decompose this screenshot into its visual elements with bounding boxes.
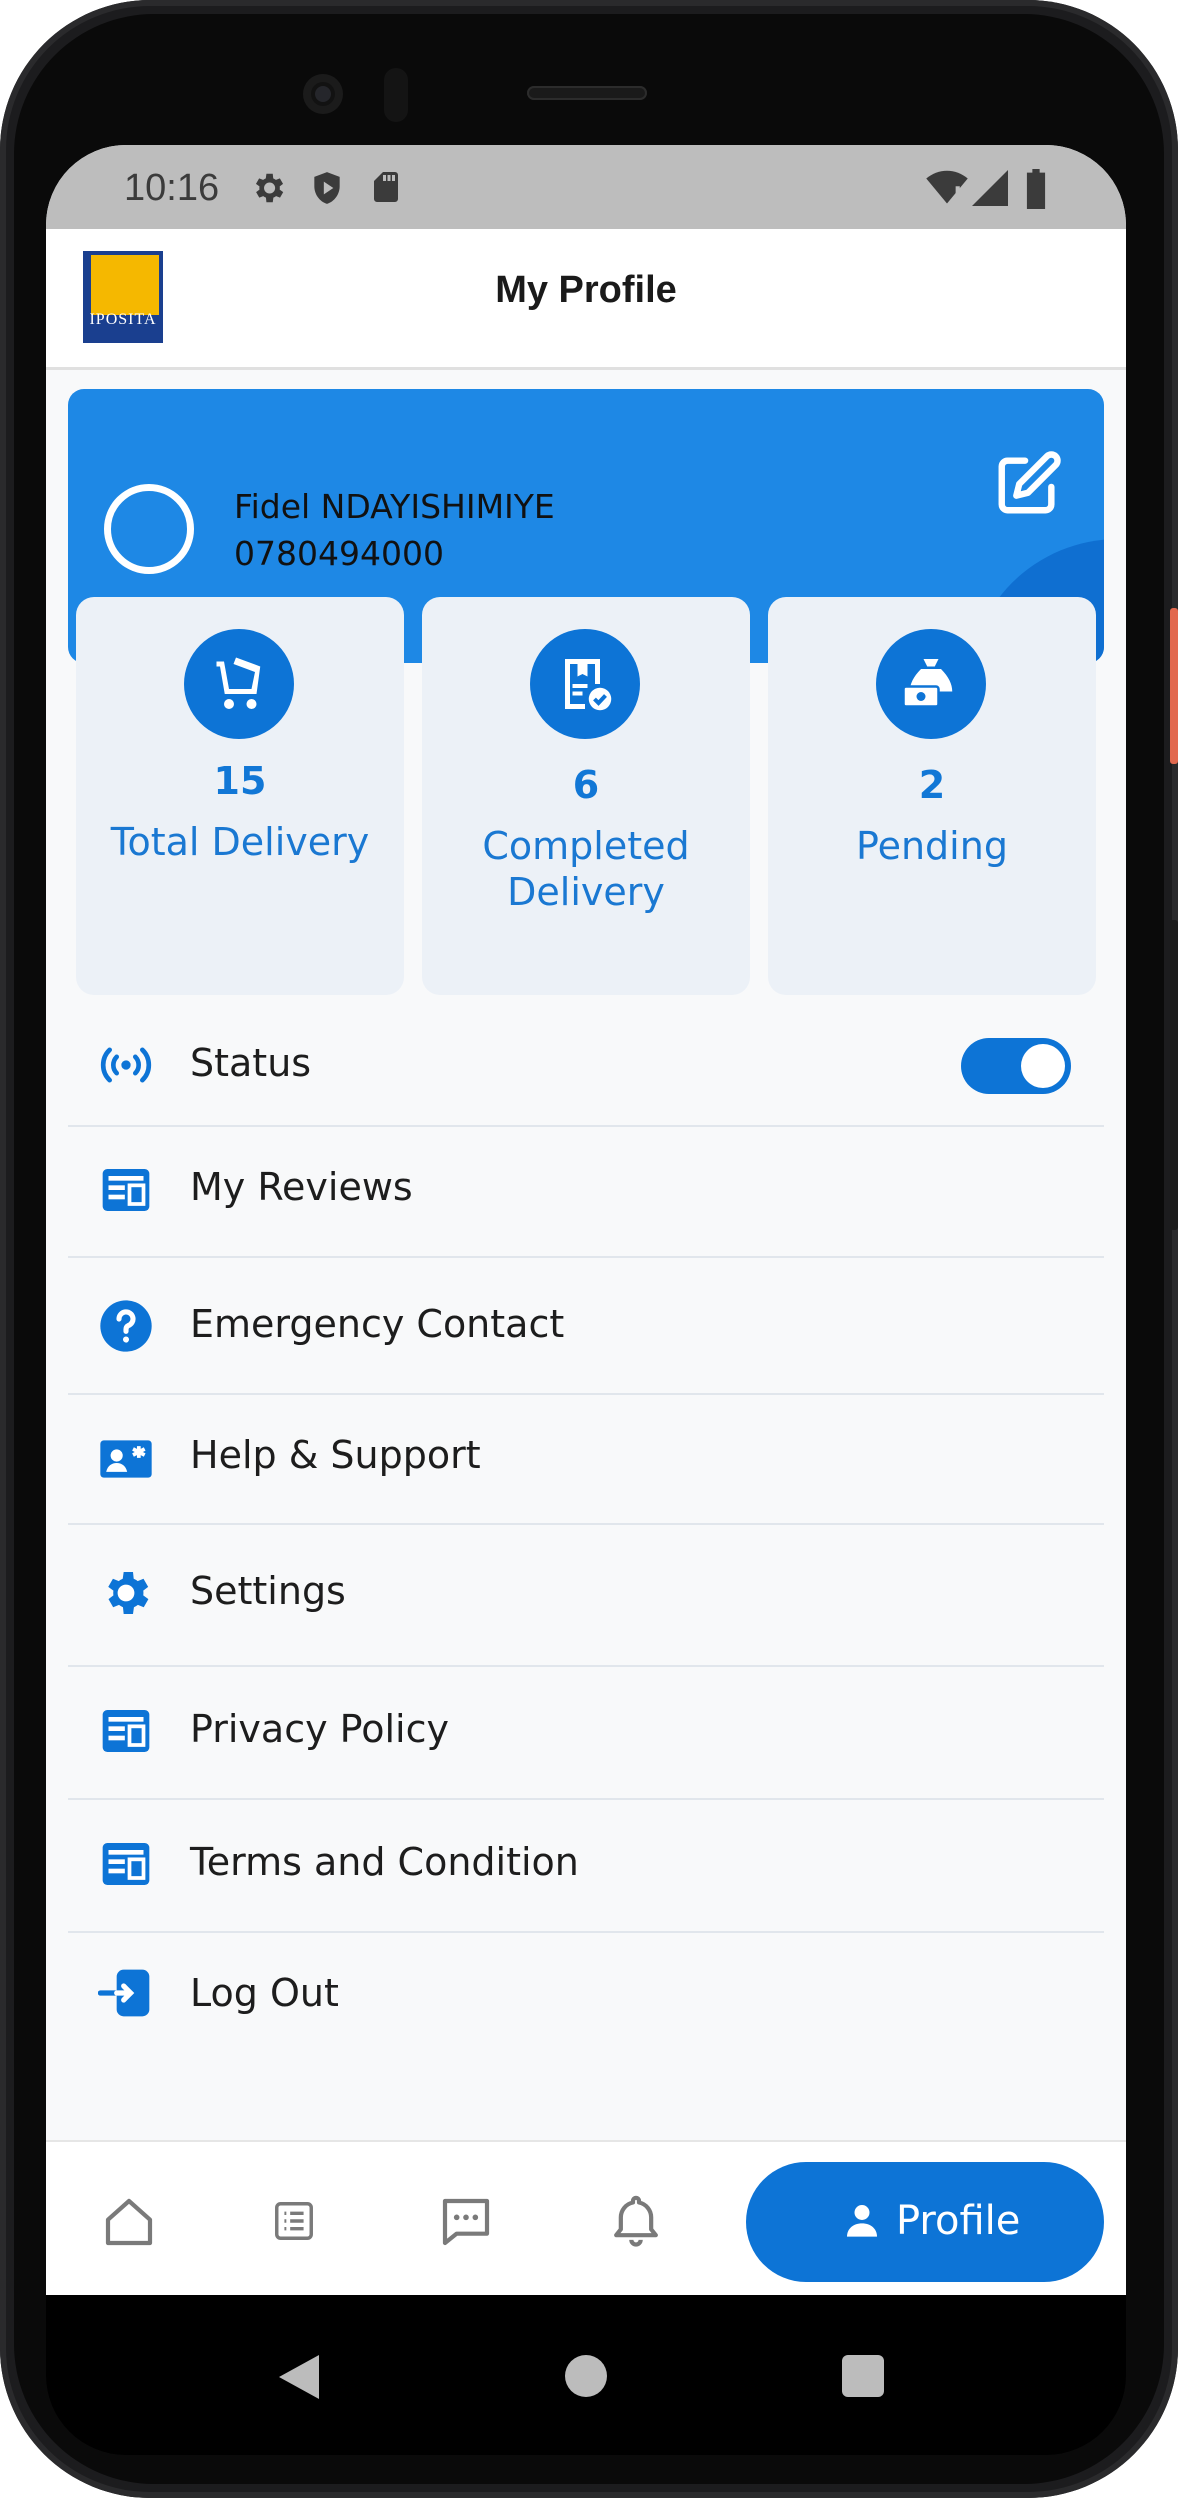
page-title: My Profile <box>495 269 677 311</box>
status-time: 10:16 <box>124 167 220 209</box>
stat-pending[interactable]: 2 Pending <box>768 597 1096 995</box>
menu-item-label: Emergency Contact <box>190 1302 565 1346</box>
menu-item-emergency-contact[interactable]: Emergency Contact <box>68 1256 1104 1395</box>
system-nav-bar <box>46 2295 1126 2455</box>
sdcard-status-icon <box>374 172 398 202</box>
status-toggle[interactable] <box>961 1038 1071 1094</box>
stat-total-delivery[interactable]: 15 Total Delivery <box>76 597 404 995</box>
shield-status-icon <box>314 172 340 204</box>
menu-item-my-reviews[interactable]: My Reviews <box>68 1125 1104 1258</box>
stat-label: Pending <box>856 824 1008 868</box>
avatar[interactable] <box>104 484 194 574</box>
menu-item-label: Log Out <box>190 1971 339 2015</box>
power-button <box>1170 608 1178 764</box>
menu-item-help-support[interactable]: Help & Support <box>68 1393 1104 1525</box>
earpiece-speaker <box>527 86 647 100</box>
recents-icon[interactable] <box>842 2355 884 2397</box>
profile-name: Fidel NDAYISHIMIYE <box>234 487 555 526</box>
stat-label: Total Delivery <box>110 820 370 864</box>
person-icon <box>847 2205 877 2237</box>
menu-item-label: Settings <box>190 1569 346 1613</box>
profile-phone: 0780494000 <box>234 534 444 573</box>
menu-item-label: Terms and Condition <box>190 1840 579 1884</box>
front-camera <box>303 74 343 114</box>
home-button-icon[interactable] <box>565 2355 607 2397</box>
menu-status-label: Status <box>190 1041 312 1085</box>
cart-icon <box>184 629 294 739</box>
stat-value: 6 <box>572 763 600 807</box>
profile-tab-label: Profile <box>896 2198 1021 2244</box>
logout-icon <box>98 1969 150 2017</box>
broadcast-icon <box>100 1047 152 1083</box>
menu-item-label: Privacy Policy <box>190 1707 449 1751</box>
app-screen: 10:16 IPOSITA My Profile Fidel NDAYISHIM… <box>46 145 1126 2295</box>
dashboard-icon <box>102 1169 150 1211</box>
settings-status-icon <box>255 173 284 203</box>
menu-item-settings[interactable]: Settings <box>68 1523 1104 1667</box>
package-check-icon <box>530 629 640 739</box>
home-icon[interactable] <box>101 2194 157 2250</box>
question-icon <box>100 1300 152 1352</box>
dashboard-icon <box>102 1843 150 1885</box>
stat-label: Completed Delivery <box>482 824 690 914</box>
dashboard-icon <box>102 1710 150 1752</box>
menu-item-terms[interactable]: Terms and Condition <box>68 1798 1104 1933</box>
bottom-nav: Profile <box>46 2140 1126 2295</box>
bell-icon[interactable] <box>608 2192 664 2248</box>
edit-profile-icon[interactable] <box>993 449 1063 519</box>
list-icon[interactable] <box>271 2198 317 2244</box>
logo-text: IPOSITA <box>89 311 157 328</box>
battery-status-icon <box>1026 169 1046 209</box>
money-bag-icon <box>876 629 986 739</box>
proximity-sensor <box>384 68 408 122</box>
stat-value: 2 <box>918 763 946 807</box>
menu-item-label: My Reviews <box>190 1165 413 1209</box>
signal-status-icon <box>972 170 1008 206</box>
menu-item-logout[interactable]: Log Out <box>68 1931 1104 2061</box>
menu-status: Status <box>68 1005 1104 1127</box>
status-bar: 10:16 <box>46 145 1126 229</box>
volume-button <box>1170 920 1178 1230</box>
profile-tab-active[interactable]: Profile <box>746 2162 1104 2282</box>
app-bar: IPOSITA My Profile <box>46 229 1126 370</box>
stat-completed-delivery[interactable]: 6 Completed Delivery <box>422 597 750 995</box>
menu-item-privacy-policy[interactable]: Privacy Policy <box>68 1665 1104 1800</box>
contact-card-icon <box>100 1440 152 1478</box>
menu-item-label: Help & Support <box>190 1433 481 1477</box>
back-icon[interactable] <box>278 2355 320 2399</box>
gear-icon <box>108 1572 149 1614</box>
wifi-status-icon <box>926 170 968 204</box>
stat-value: 15 <box>213 759 267 803</box>
chat-icon[interactable] <box>438 2194 494 2250</box>
